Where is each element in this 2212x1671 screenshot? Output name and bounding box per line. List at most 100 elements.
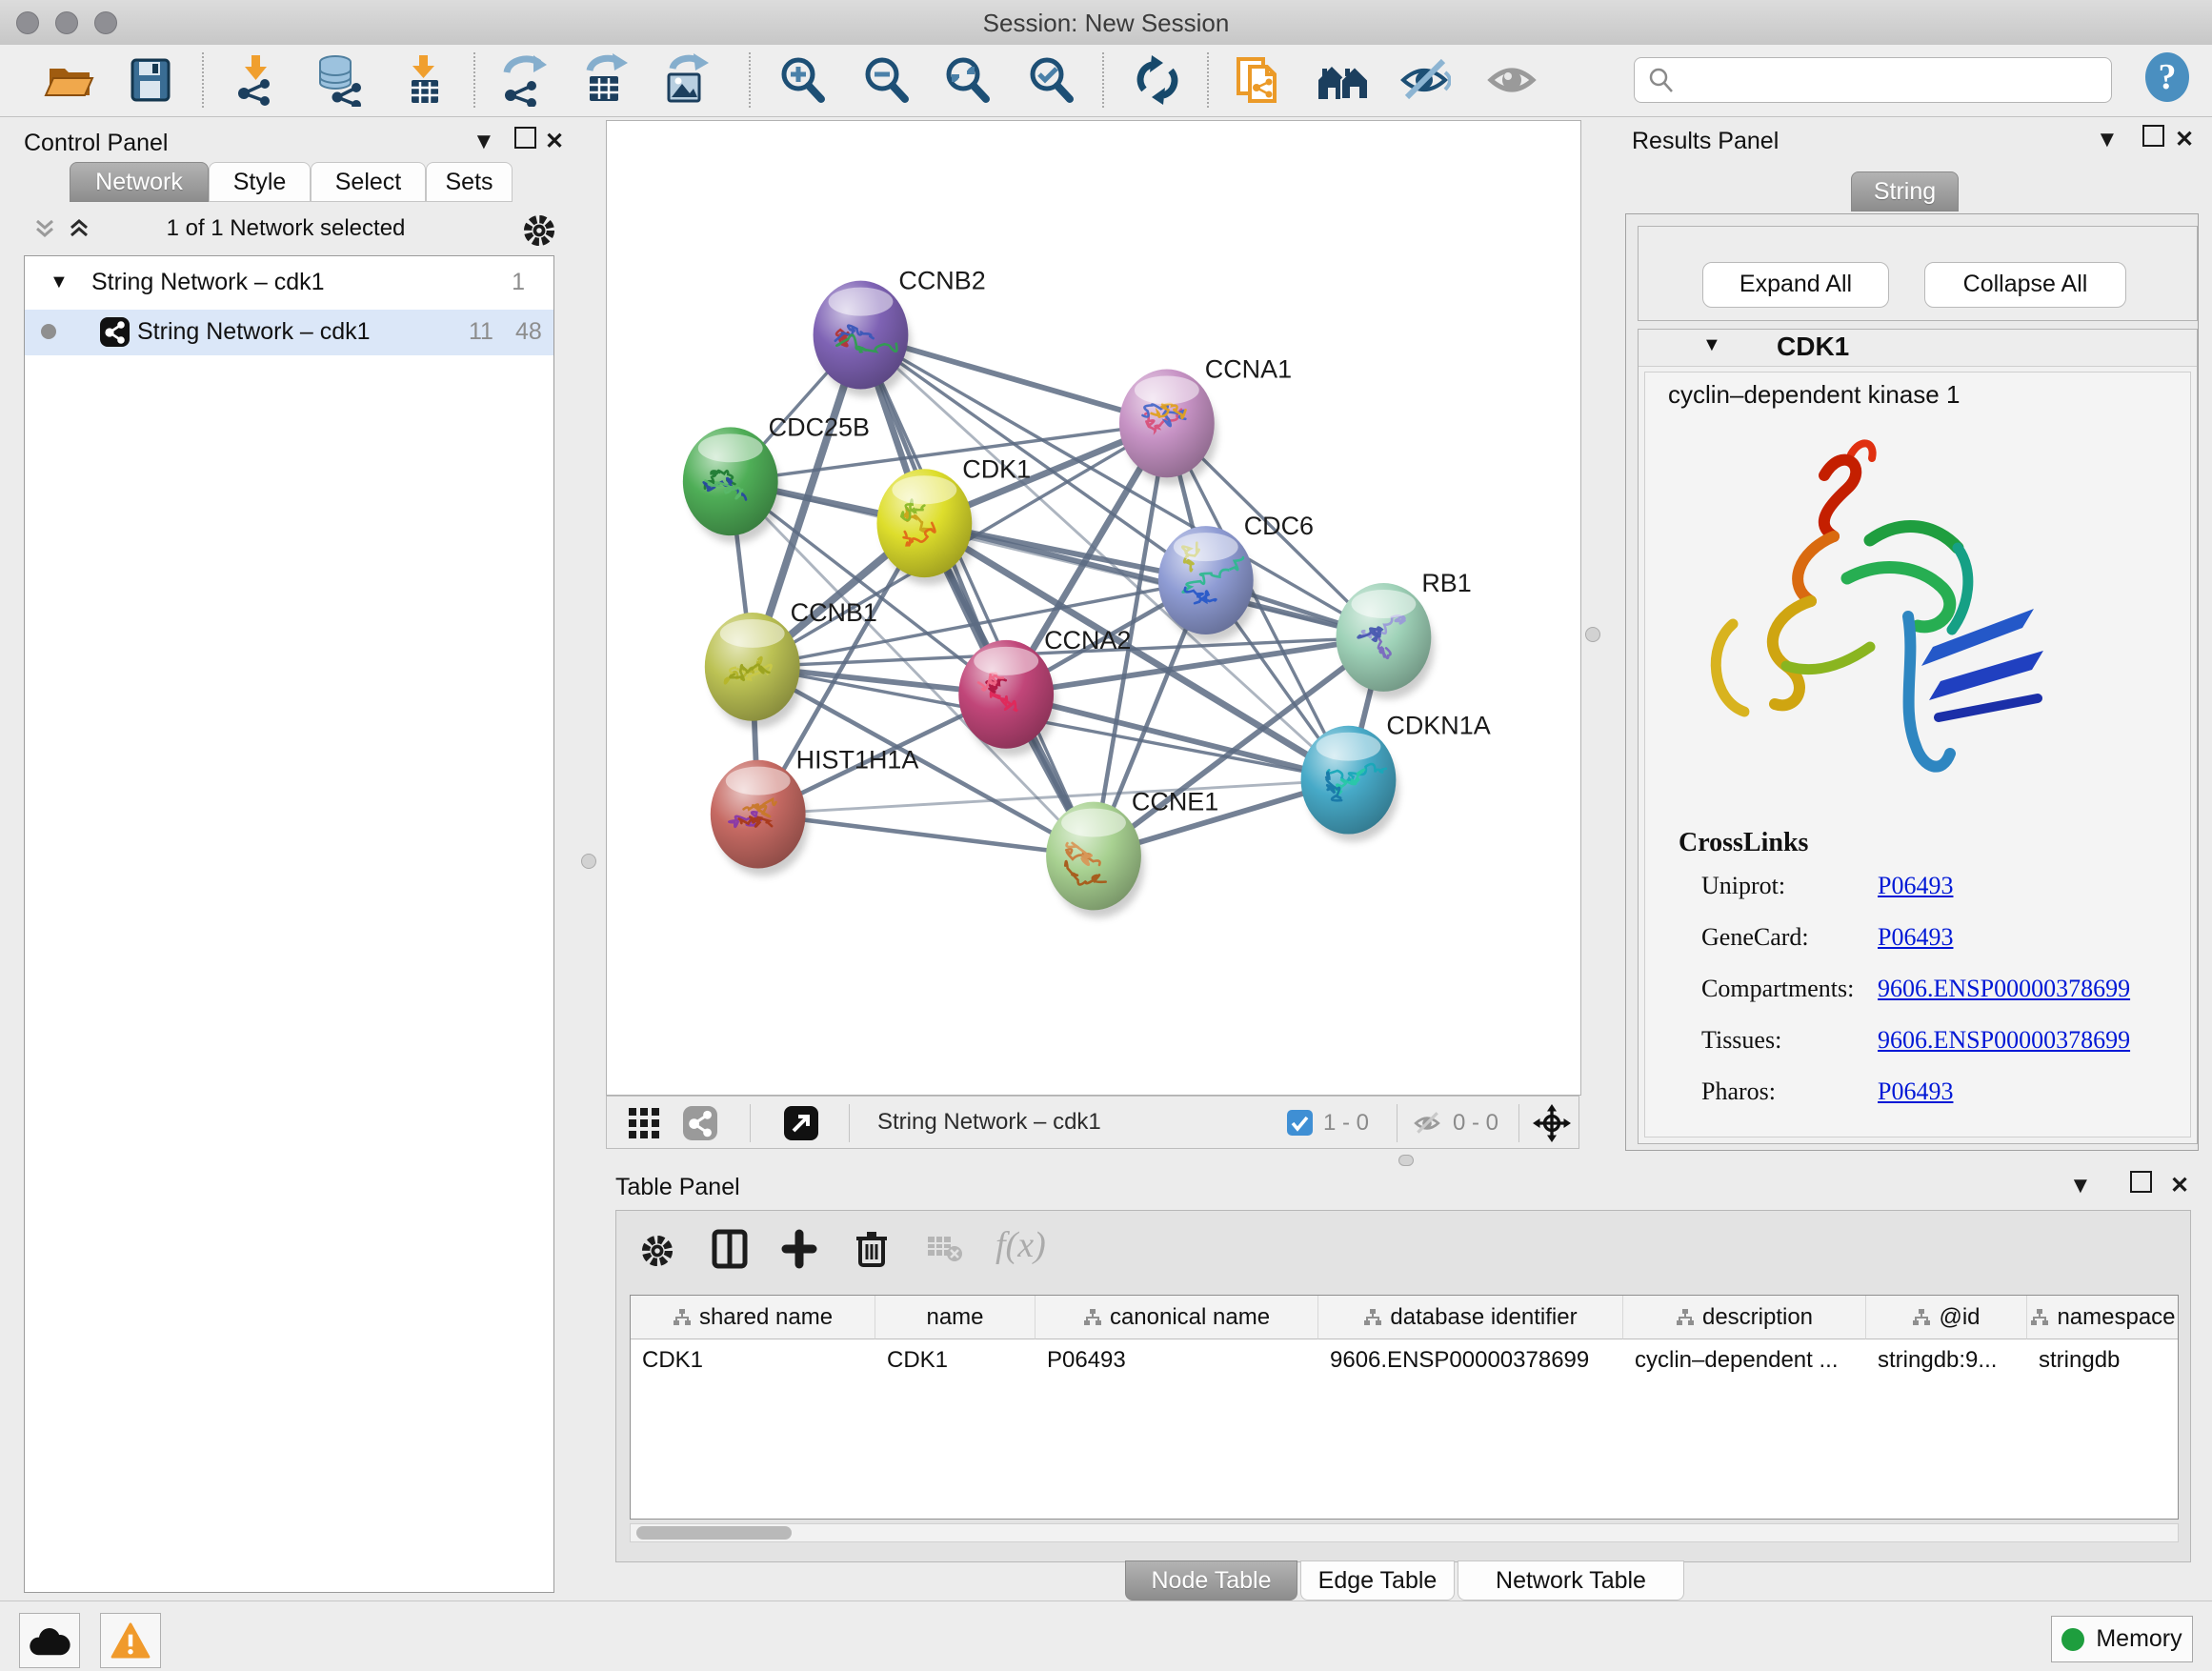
protein-name: CDK1 [1777,332,1849,362]
collapse-all-button[interactable]: Collapse All [1924,262,2126,308]
network-node-CDC6[interactable]: CDC6 [1158,512,1314,642]
save-session-button[interactable] [124,53,177,107]
float-panel-icon[interactable] [514,127,536,149]
hide-selected-icon-button[interactable] [1398,53,1451,107]
zoom-in-button[interactable] [775,53,829,107]
left-splitter-handle[interactable] [581,854,596,869]
expand-all-button[interactable]: Expand All [1702,262,1889,308]
zoom-fit-button[interactable] [940,53,994,107]
crosslink-link[interactable]: P06493 [1878,923,1953,952]
memory-button[interactable]: Memory [2051,1616,2193,1662]
table-cell[interactable]: P06493 [1036,1339,1318,1381]
close-panel-icon[interactable]: ✕ [2170,1172,2189,1199]
zoom-selected-button[interactable] [1024,53,1077,107]
table-cell[interactable]: CDK1 [631,1339,875,1381]
import-network-file-button[interactable] [231,53,284,107]
network-view-canvas[interactable]: CCNB2CCNA1CDC25BCDK1CDC6RB1CCNB1CCNA2CDK… [606,120,1581,1096]
network-node-CCNA1[interactable]: CCNA1 [1119,354,1292,485]
table-cell[interactable]: stringdb [2027,1339,2179,1381]
selected-checkbox[interactable] [1287,1110,1313,1136]
crosslink-link[interactable]: 9606.ENSP00000378699 [1878,1026,2130,1055]
gear-icon[interactable] [518,210,560,252]
right-splitter-handle[interactable] [1585,627,1600,642]
column-header-name[interactable]: name [875,1296,1036,1339]
search-box[interactable] [1634,57,2112,103]
open-session-button[interactable] [42,53,95,107]
section-collapse-icon[interactable]: ▼ [1702,334,1721,356]
column-header-namespace[interactable]: namespace [2027,1296,2179,1339]
tab-network-table[interactable]: Network Table [1458,1560,1684,1601]
tab-node-table[interactable]: Node Table [1125,1560,1297,1601]
tab-sets[interactable]: Sets [426,162,513,202]
network-node-RB1[interactable]: RB1 [1337,569,1472,699]
table-cell[interactable]: stringdb:9... [1866,1339,2027,1381]
network-node-CCNB2[interactable]: CCNB2 [814,267,986,397]
delete-column-icon[interactable] [851,1227,893,1269]
show-columns-icon[interactable] [709,1228,751,1270]
import-table-file-button[interactable] [398,53,452,107]
table-cell[interactable]: CDK1 [875,1339,1036,1381]
column-header-database-identifier[interactable]: database identifier [1318,1296,1623,1339]
open-in-window-icon[interactable] [784,1106,818,1140]
crosslink-link[interactable]: P06493 [1878,1077,1953,1106]
column-header-canonical-name[interactable]: canonical name [1036,1296,1318,1339]
table-horizontal-scrollbar[interactable] [630,1523,2179,1542]
zoom-out-button[interactable] [859,53,913,107]
tab-edge-table[interactable]: Edge Table [1300,1560,1455,1601]
network-edge[interactable] [758,815,1094,856]
tree-expand-icon[interactable]: ▼ [50,272,69,293]
import-network-database-button[interactable] [312,53,366,107]
export-table-button[interactable] [578,53,632,107]
show-all-eye-button[interactable] [1485,53,1538,107]
warning-button[interactable] [100,1613,161,1668]
crosslinks-heading: CrossLinks [1679,828,1808,858]
network-share-icon[interactable] [683,1106,717,1140]
network-edge[interactable] [860,335,1094,856]
refresh-layout-button[interactable] [1131,53,1184,107]
float-panel-icon[interactable] [2142,125,2164,147]
export-image-button[interactable] [659,53,713,107]
protein-section-header[interactable]: ▼ CDK1 [1639,330,2197,367]
selected-node-count: 1 - 0 [1323,1110,1369,1137]
crosslink-link[interactable]: P06493 [1878,872,1953,900]
node-label-CDC25B: CDC25B [769,413,870,441]
crosslink-link[interactable]: 9606.ENSP00000378699 [1878,975,2130,1003]
bottom-splitter-handle[interactable] [1398,1155,1414,1166]
protein-section: ▼ CDK1 cyclin–dependent kinase 1 [1638,329,2198,1144]
export-network-button[interactable] [497,53,551,107]
scrollbar-thumb[interactable] [636,1526,792,1540]
network-collection-row[interactable]: ▼ String Network – cdk1 1 [25,262,553,308]
close-panel-icon[interactable]: ✕ [545,128,564,155]
tab-string[interactable]: String [1851,171,1959,211]
tab-network[interactable]: Network [70,162,209,202]
tab-style[interactable]: Style [209,162,311,202]
float-panel-icon[interactable] [2130,1171,2152,1193]
network-row-selected[interactable]: String Network – cdk1 11 48 [25,310,553,355]
search-input[interactable] [1684,61,2098,99]
birds-eye-crosshair-icon[interactable] [1533,1104,1571,1142]
column-header-description[interactable]: description [1623,1296,1866,1339]
add-column-icon[interactable] [778,1228,820,1270]
node-table: shared namenamecanonical namedatabase id… [630,1295,2179,1520]
cloud-button[interactable] [19,1613,80,1668]
table-cell[interactable]: 9606.ENSP00000378699 [1318,1339,1623,1381]
network-node-CDK1[interactable]: CDK1 [876,454,1031,585]
home-networks-button[interactable] [1317,53,1370,107]
tab-select[interactable]: Select [311,162,426,202]
gear-icon[interactable] [636,1230,678,1272]
grid-view-icon[interactable] [628,1107,660,1139]
column-header-shared-name[interactable]: shared name [631,1296,875,1339]
panel-menu-icon[interactable]: ▼ [473,129,495,155]
clone-network-button[interactable] [1233,53,1286,107]
panel-menu-icon[interactable]: ▼ [2096,127,2119,153]
toolbar-separator [750,1104,751,1142]
column-hierarchy-icon [1912,1308,1931,1327]
help-button[interactable]: ? [2141,50,2194,104]
panel-menu-icon[interactable]: ▼ [2069,1173,2092,1199]
column-header-@id[interactable]: @id [1866,1296,2027,1339]
network-node-CDKN1A[interactable]: CDKN1A [1301,712,1491,842]
table-cell[interactable]: cyclin–dependent ... [1623,1339,1866,1381]
close-panel-icon[interactable]: ✕ [2175,126,2194,153]
cloud-icon [29,1624,70,1657]
network-node-CDC25B[interactable]: CDC25B [683,413,870,543]
